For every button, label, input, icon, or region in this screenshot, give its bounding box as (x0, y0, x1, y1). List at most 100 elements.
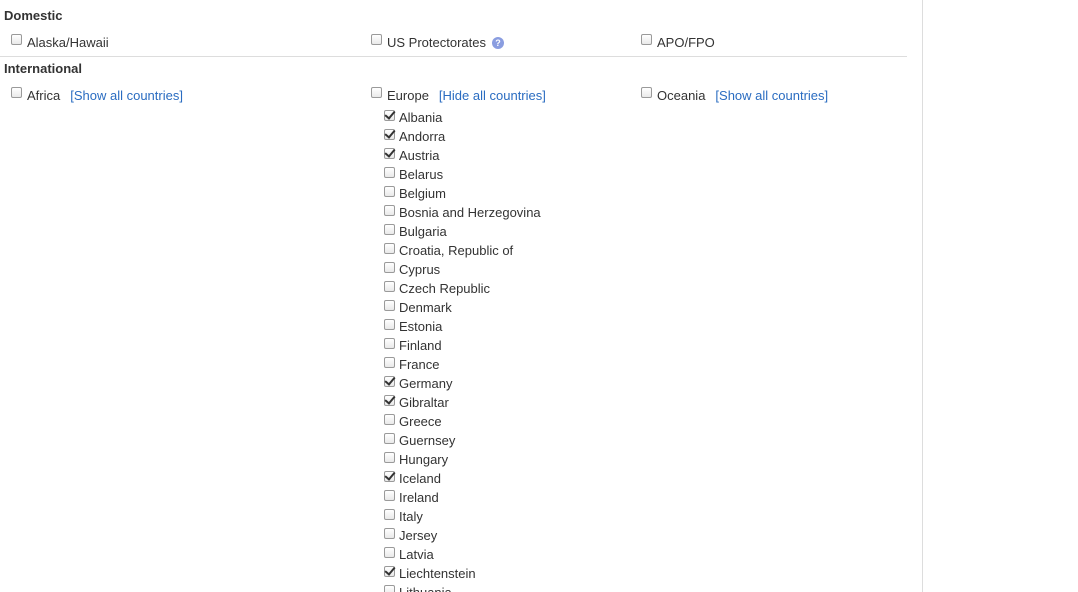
country-checkbox[interactable] (384, 452, 395, 463)
country-item[interactable]: Italy (384, 507, 541, 526)
country-label: Andorra (399, 129, 446, 144)
alaska-hawaii-label: Alaska/Hawaii (27, 34, 109, 50)
country-label: Greece (399, 414, 442, 429)
country-item[interactable]: Ireland (384, 488, 541, 507)
europe-region: Europe [Hide all countries] (371, 86, 546, 104)
country-label: Guernsey (399, 433, 456, 448)
country-label: Hungary (399, 452, 449, 467)
country-label: Germany (399, 376, 453, 391)
country-checkbox[interactable] (384, 509, 395, 520)
alaska-hawaii-checkbox[interactable] (11, 33, 22, 45)
country-item[interactable]: Austria (384, 146, 541, 165)
country-label: Liechtenstein (399, 566, 476, 581)
country-item[interactable]: Finland (384, 336, 541, 355)
country-checkbox[interactable] (384, 528, 395, 539)
country-checkbox[interactable] (384, 110, 395, 121)
country-label: Czech Republic (399, 281, 491, 296)
country-item[interactable]: France (384, 355, 541, 374)
country-label: Jersey (399, 528, 438, 543)
europe-checkbox[interactable] (371, 86, 382, 98)
country-checkbox[interactable] (384, 243, 395, 254)
apo-fpo-checkbox[interactable] (641, 33, 652, 45)
country-label: Lithuania (399, 585, 452, 592)
apo-fpo-label: APO/FPO (657, 34, 715, 50)
country-checkbox[interactable] (384, 281, 395, 292)
country-checkbox[interactable] (384, 300, 395, 311)
country-item[interactable]: Belgium (384, 184, 541, 203)
country-label: France (399, 357, 440, 372)
country-item[interactable]: Cyprus (384, 260, 541, 279)
country-checkbox[interactable] (384, 357, 395, 368)
country-checkbox[interactable] (384, 566, 395, 577)
country-item[interactable]: Greece (384, 412, 541, 431)
europe-hide-all-link[interactable]: [Hide all countries] (439, 88, 546, 103)
country-label: Albania (399, 110, 443, 125)
africa-region: Africa [Show all countries] (11, 86, 183, 104)
country-checkbox[interactable] (384, 129, 395, 140)
country-checkbox[interactable] (384, 148, 395, 159)
alaska-hawaii-option[interactable]: Alaska/Hawaii (11, 33, 109, 51)
country-item[interactable]: Lithuania (384, 583, 541, 592)
country-label: Bosnia and Herzegovina (399, 205, 541, 220)
country-label: Denmark (399, 300, 452, 315)
section-divider (0, 56, 907, 57)
domestic-heading: Domestic (4, 8, 63, 23)
country-checkbox[interactable] (384, 262, 395, 273)
us-protectorates-checkbox[interactable] (371, 33, 382, 45)
right-panel-divider (922, 0, 923, 592)
africa-label: Africa (27, 87, 61, 103)
us-protectorates-option[interactable]: US Protectorates ? (371, 33, 504, 51)
country-checkbox[interactable] (384, 395, 395, 406)
apo-fpo-option[interactable]: APO/FPO (641, 33, 715, 51)
country-checkbox[interactable] (384, 319, 395, 330)
country-checkbox[interactable] (384, 433, 395, 444)
country-label: Bulgaria (399, 224, 447, 239)
country-item[interactable]: Germany (384, 374, 541, 393)
country-item[interactable]: Guernsey (384, 431, 541, 450)
oceania-label: Oceania (657, 87, 706, 103)
europe-label: Europe (387, 87, 429, 103)
country-label: Estonia (399, 319, 443, 334)
oceania-checkbox[interactable] (641, 86, 652, 98)
country-checkbox[interactable] (384, 490, 395, 501)
country-checkbox[interactable] (384, 167, 395, 178)
country-checkbox[interactable] (384, 585, 395, 592)
question-icon[interactable]: ? (492, 37, 504, 49)
country-checkbox[interactable] (384, 414, 395, 425)
oceania-show-all-link[interactable]: [Show all countries] (715, 88, 828, 103)
country-checkbox[interactable] (384, 376, 395, 387)
country-checkbox[interactable] (384, 224, 395, 235)
country-item[interactable]: Estonia (384, 317, 541, 336)
country-label: Iceland (399, 471, 441, 486)
country-label: Latvia (399, 547, 434, 562)
country-item[interactable]: Croatia, Republic of (384, 241, 541, 260)
country-item[interactable]: Bulgaria (384, 222, 541, 241)
oceania-region: Oceania [Show all countries] (641, 86, 828, 104)
country-item[interactable]: Liechtenstein (384, 564, 541, 583)
country-item[interactable]: Iceland (384, 469, 541, 488)
country-label: Ireland (399, 490, 439, 505)
country-checkbox[interactable] (384, 547, 395, 558)
country-item[interactable]: Bosnia and Herzegovina (384, 203, 541, 222)
country-label: Austria (399, 148, 440, 163)
shipping-destinations-page: Domestic Alaska/Hawaii US Protectorates … (0, 0, 1078, 592)
country-label: Cyprus (399, 262, 441, 277)
country-checkbox[interactable] (384, 205, 395, 216)
country-checkbox[interactable] (384, 186, 395, 197)
africa-checkbox[interactable] (11, 86, 22, 98)
country-item[interactable]: Gibraltar (384, 393, 541, 412)
country-item[interactable]: Jersey (384, 526, 541, 545)
country-item[interactable]: Andorra (384, 127, 541, 146)
country-item[interactable]: Denmark (384, 298, 541, 317)
country-checkbox[interactable] (384, 471, 395, 482)
country-item[interactable]: Albania (384, 108, 541, 127)
country-label: Gibraltar (399, 395, 449, 410)
country-checkbox[interactable] (384, 338, 395, 349)
country-item[interactable]: Belarus (384, 165, 541, 184)
africa-show-all-link[interactable]: [Show all countries] (70, 88, 183, 103)
country-item[interactable]: Czech Republic (384, 279, 541, 298)
country-label: Belgium (399, 186, 446, 201)
country-item[interactable]: Hungary (384, 450, 541, 469)
country-item[interactable]: Latvia (384, 545, 541, 564)
europe-country-list: Albania Andorra Austria Belarus Belgium Bosni… (384, 108, 541, 592)
